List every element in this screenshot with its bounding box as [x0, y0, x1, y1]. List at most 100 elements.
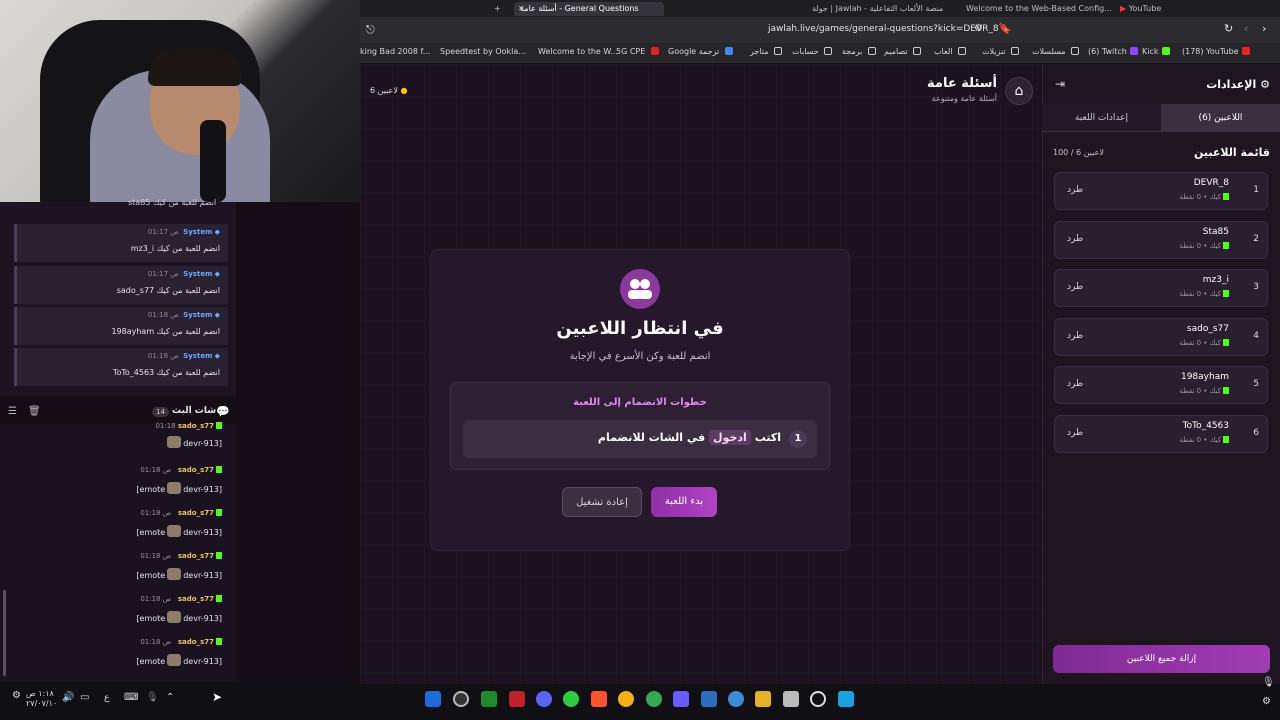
app-blue-icon[interactable] [701, 691, 717, 707]
bookmark-folder[interactable]: العاب [934, 47, 967, 56]
step-number: 1 [789, 430, 807, 448]
forward-icon[interactable]: ‹ [1244, 22, 1248, 35]
chrome-alt-icon[interactable] [646, 691, 662, 707]
site-settings-icon[interactable]: ⚙ [974, 23, 983, 34]
discord-icon[interactable] [536, 691, 552, 707]
bookmark-folder[interactable]: تصاميم [884, 47, 922, 56]
kick-button[interactable]: طرد [1067, 379, 1083, 389]
language-indicator[interactable]: ع [104, 693, 109, 703]
microphone-icon[interactable]: 🎙 [146, 692, 159, 703]
play-icon[interactable] [481, 691, 497, 707]
menu-icon[interactable]: ☰ [8, 406, 17, 417]
emote-image [167, 654, 182, 666]
player-card: 6 ToTo_4563 كيك • 0 نقطة طرد [1054, 415, 1268, 453]
players-count-indicator: 6 لاعبين ● [370, 86, 408, 95]
brave-icon[interactable] [591, 691, 607, 707]
bookmarks-bar: (178) YouTube Kick (6) Twitch مسلسلات تن… [360, 43, 1280, 63]
file-explorer-icon[interactable] [755, 691, 771, 707]
voicemeeter-icon[interactable] [509, 691, 525, 707]
kick-button[interactable]: طرد [1067, 428, 1083, 438]
chat-count-badge: 14 [152, 407, 169, 417]
browser-tab[interactable]: جولة | Jawlah - منصة الألعاب التفاعلية [812, 2, 962, 16]
player-card: 1 DEVR_8 كيك • 0 نقطة طرد [1054, 172, 1268, 210]
kick-button[interactable]: طرد [1067, 282, 1083, 292]
gear-icon: ⚙ [1260, 78, 1270, 91]
restart-button[interactable]: إعادة تشغيل [562, 487, 642, 517]
bookmark-item[interactable]: (178) YouTube [1182, 47, 1250, 56]
start-game-button[interactable]: بدء اللعبة [651, 487, 717, 517]
system-message: 01:17 ص System ◆ mz3_i انضم للعبة من كيك [14, 224, 228, 262]
player-card: 3 mz3_i كيك • 0 نقطة طرد [1054, 269, 1268, 307]
emote-image [167, 482, 182, 494]
browser-tab[interactable]: Welcome to the Web-Based Config... [966, 2, 1116, 16]
browser-tab-active[interactable]: أسئلة عامة - General Questions [514, 2, 664, 16]
bookmark-folder[interactable]: حسابات [792, 47, 833, 56]
bookmark-folder[interactable]: تنزيلات [982, 47, 1020, 56]
display-icon[interactable]: ▭ [80, 692, 89, 703]
keyboard-icon[interactable]: ⌨ [124, 692, 138, 703]
taskview-icon[interactable] [783, 691, 799, 707]
chevron-up-icon[interactable]: ⌃ [166, 692, 174, 703]
tab-players[interactable]: اللاعبين (6) [1161, 104, 1280, 132]
obs-icon[interactable] [453, 691, 469, 707]
emote-image [167, 568, 182, 580]
chat-scrollbar[interactable] [3, 590, 6, 676]
chat-message: 01:18 ص sado_s77 [emote devr-913] [136, 466, 222, 494]
bookmark-item[interactable]: Google ترجمة [668, 47, 733, 56]
bookmark-item[interactable]: (6) Twitch [1088, 47, 1138, 56]
bookmark-folder[interactable]: مسلسلات [1032, 47, 1080, 56]
reload-icon[interactable]: ↻ [1224, 22, 1233, 35]
kick-button[interactable]: طرد [1067, 331, 1083, 341]
new-tab-icon[interactable]: + [494, 2, 501, 16]
bookmark-item[interactable]: Welcome to the W... [538, 47, 618, 56]
game-subtitle: أسئلة عامة ومتنوعة [931, 94, 997, 103]
stream-chat-title: شات البث [172, 406, 217, 416]
bookmark-item[interactable]: 5G CPE [616, 47, 659, 56]
mic-tray-icon[interactable]: 🎙 [1262, 677, 1275, 688]
app-green-icon[interactable] [563, 691, 579, 707]
settings-gear-icon[interactable]: ⚙ [1262, 696, 1271, 707]
tab-game-settings[interactable]: إعدادات اللعبة [1042, 104, 1161, 132]
windows-start-icon[interactable] [838, 691, 854, 707]
chat-message: 01:18 ص sado_s77 [emote devr-913] [136, 638, 222, 666]
home-icon: ⌂ [1014, 83, 1024, 99]
share-icon[interactable]: ⎋ [366, 23, 375, 37]
bookmark-icon[interactable]: 🔖 [998, 22, 1012, 35]
remove-all-players-button[interactable]: إزالة جميع اللاعبين [1053, 645, 1270, 673]
url-text[interactable]: jawlah.live/games/general-questions?kick… [768, 24, 999, 34]
chrome-icon[interactable] [618, 691, 634, 707]
app-purple-icon[interactable] [673, 691, 689, 707]
bookmark-folder[interactable]: متاجر [750, 47, 783, 56]
trash-icon[interactable]: 🗑 [28, 406, 41, 417]
system-chat-panel: sta85 انضم للعبة من كيك 01:17 ص System ◆… [0, 198, 236, 396]
player-card: 5 198ayham كيك • 0 نقطة طرد [1054, 366, 1268, 404]
emote-image [167, 436, 182, 448]
steam-icon[interactable] [425, 691, 441, 707]
game-header: 6 لاعبين ● أسئلة عامة أسئلة عامة ومتنوعة [360, 64, 1042, 114]
game-title: أسئلة عامة [927, 76, 997, 91]
close-tab-icon[interactable]: ✕ [518, 2, 525, 16]
chat-message: 01:18 ص sado_s77 [emote devr-913] [136, 509, 222, 537]
bookmark-item[interactable]: Kick [1142, 47, 1170, 56]
kick-button[interactable]: طرد [1067, 185, 1083, 195]
app-blue2-icon[interactable] [728, 691, 744, 707]
browser-tab-bar: ▶ YouTube Welcome to the Web-Based Confi… [360, 0, 1280, 17]
search-icon[interactable] [810, 691, 826, 707]
players-list-title: قائمة اللاعبين [1194, 146, 1270, 159]
bookmark-item[interactable]: Speedtest by Ookla... [440, 47, 526, 56]
bookmark-item[interactable]: king Bad 2008 f... [360, 47, 430, 56]
clock-time[interactable]: ١:١٨ ص [26, 689, 54, 698]
settings-tray-icon[interactable]: ⚙ [12, 690, 21, 701]
collapse-panel-icon[interactable]: ⇥ [1055, 77, 1065, 91]
volume-icon[interactable]: 🔊 [62, 692, 74, 703]
join-keyword: ادخول [709, 430, 751, 445]
settings-title: الإعدادات ⚙ [1206, 78, 1270, 91]
kick-button[interactable]: طرد [1067, 234, 1083, 244]
home-button[interactable]: ⌂ [1005, 77, 1033, 105]
back-icon[interactable]: › [1262, 22, 1266, 35]
browser-tab[interactable]: ▶ YouTube [1120, 2, 1161, 16]
chat-message: 01:18 ص sado_s77 [emote devr-913] [136, 552, 222, 580]
clock-date[interactable]: ٢٧/٠٧/١٠ [26, 699, 57, 708]
bookmark-folder[interactable]: برمجة [842, 47, 876, 56]
waiting-title: في انتظار اللاعبين [556, 318, 724, 339]
